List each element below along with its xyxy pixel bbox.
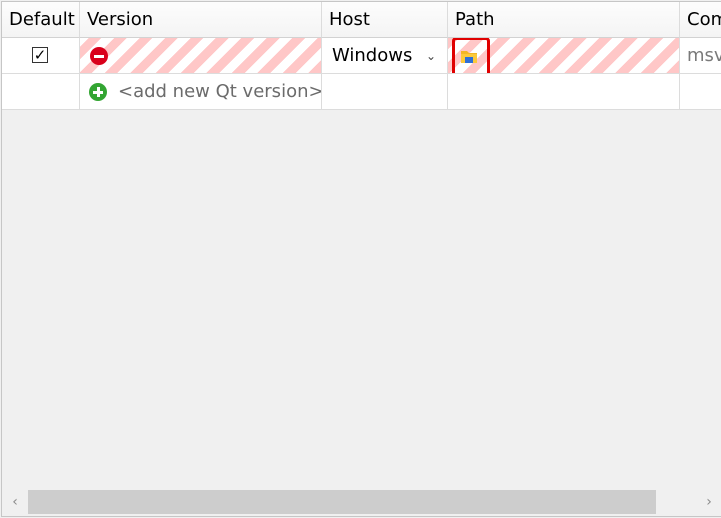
add-row-path-cell xyxy=(448,74,680,110)
table-row[interactable]: ✓ Windows ⌄ msvc xyxy=(2,38,721,74)
horizontal-scrollbar[interactable]: ‹ › xyxy=(2,488,721,516)
table-header: Default Version Host Path Com xyxy=(2,2,721,38)
column-header-host[interactable]: Host xyxy=(322,2,448,38)
scroll-left-arrow-icon[interactable]: ‹ xyxy=(2,488,28,516)
path-cell[interactable] xyxy=(448,38,680,74)
add-row-host-cell xyxy=(322,74,448,110)
host-value: Windows xyxy=(332,45,413,66)
add-icon[interactable] xyxy=(89,83,107,101)
default-cell: ✓ xyxy=(2,38,80,74)
remove-icon[interactable] xyxy=(90,47,108,65)
add-row-compiler-cell xyxy=(680,74,721,110)
add-new-qt-version[interactable]: <add new Qt version> xyxy=(80,74,322,110)
column-header-version[interactable]: Version xyxy=(80,2,322,38)
add-version-row[interactable]: <add new Qt version> xyxy=(2,74,721,110)
default-checkbox[interactable]: ✓ xyxy=(32,47,48,63)
version-cell[interactable] xyxy=(80,38,322,74)
scrollbar-thumb[interactable] xyxy=(28,490,656,514)
add-row-default-cell xyxy=(2,74,80,110)
column-header-compiler[interactable]: Com xyxy=(680,2,721,38)
column-header-path[interactable]: Path xyxy=(448,2,680,38)
host-dropdown[interactable]: Windows ⌄ xyxy=(322,38,448,74)
browse-path-button[interactable] xyxy=(452,38,490,73)
chevron-down-icon: ⌄ xyxy=(426,49,437,63)
add-new-qt-version-label: <add new Qt version> xyxy=(118,81,322,102)
scroll-right-arrow-icon[interactable]: › xyxy=(696,488,721,516)
column-header-default[interactable]: Default xyxy=(2,2,80,38)
compiler-value: msvc xyxy=(687,45,721,66)
compiler-cell[interactable]: msvc xyxy=(680,38,721,74)
folder-icon xyxy=(461,51,477,63)
